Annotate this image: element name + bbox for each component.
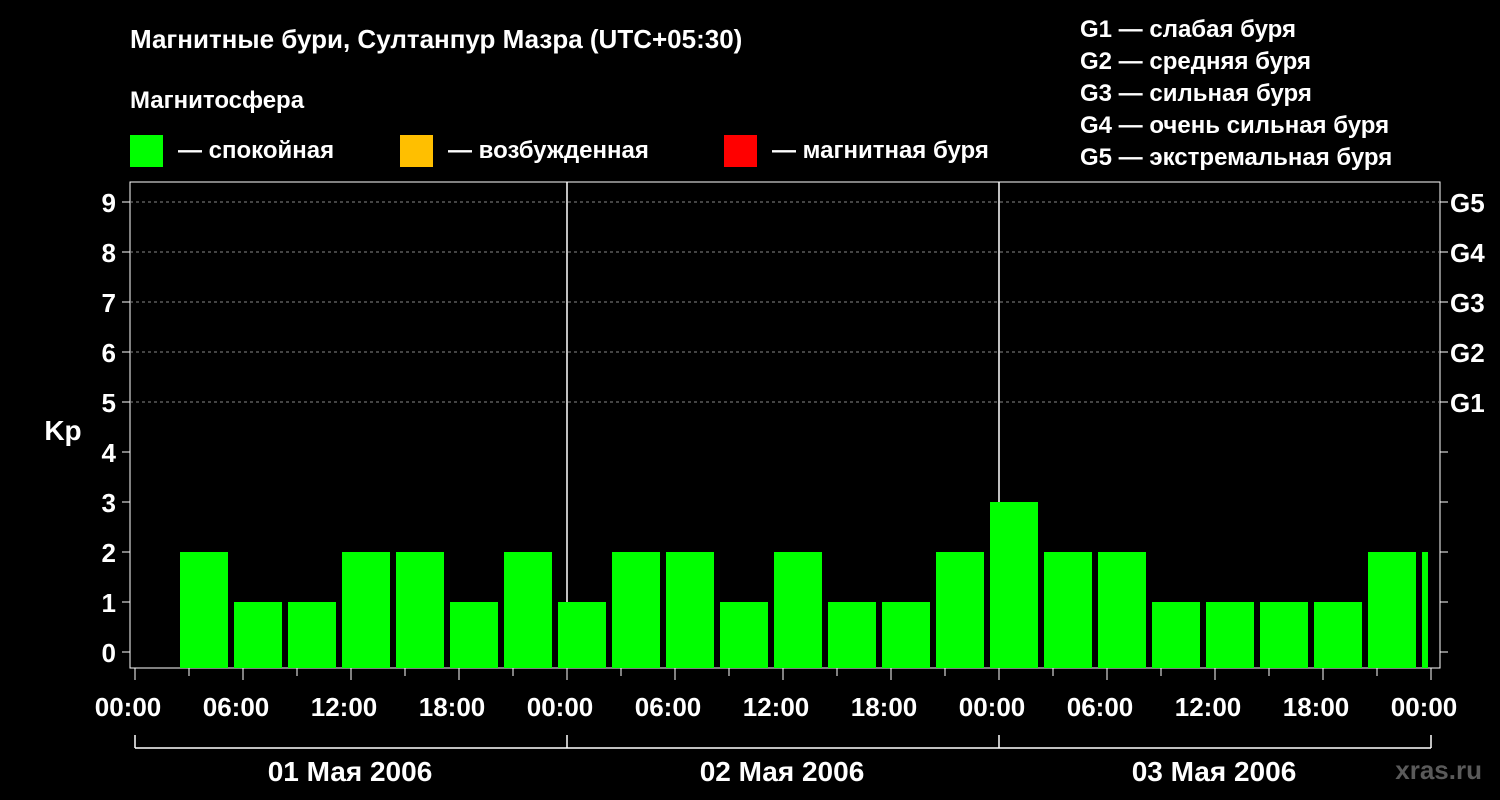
kp-bar — [288, 602, 336, 668]
legend-swatch-calm — [130, 135, 163, 167]
y-tick-label: 2 — [102, 538, 116, 568]
y-tick-label: 7 — [102, 288, 116, 318]
y-tick-label: 4 — [102, 438, 117, 468]
legend-label-excited: — возбужденная — [448, 137, 649, 164]
g-tick-label: G5 — [1450, 188, 1485, 218]
x-tick-label: 00:00 — [1391, 692, 1458, 722]
kp-bar — [1098, 552, 1146, 668]
g-legend-g3: G3 — сильная буря — [1080, 80, 1312, 107]
g-tick-label: G3 — [1450, 288, 1485, 318]
x-tick-label: 18:00 — [419, 692, 486, 722]
legend-title: Магнитосфера — [130, 87, 305, 114]
kp-bar — [774, 552, 822, 668]
legend-swatch-excited — [400, 135, 433, 167]
legend-label-storm: — магнитная буря — [772, 137, 989, 164]
kp-bar — [504, 552, 552, 668]
y-tick-label: 5 — [102, 388, 116, 418]
y-tick-label: 0 — [102, 638, 116, 668]
kp-bar — [720, 602, 768, 668]
y-tick-label: 8 — [102, 238, 116, 268]
g-tick-label: G1 — [1450, 388, 1485, 418]
kp-bar — [1314, 602, 1362, 668]
kp-bar — [450, 602, 498, 668]
day-label-3: 03 Мая 2006 — [1132, 756, 1297, 787]
kp-bar — [396, 552, 444, 668]
chart-title: Магнитные бури, Султанпур Мазра (UTC+05:… — [130, 24, 742, 54]
x-tick-label: 18:00 — [851, 692, 918, 722]
y-tick-label: 6 — [102, 338, 116, 368]
kp-bar — [666, 552, 714, 668]
kp-bar — [1422, 552, 1428, 668]
kp-bar — [828, 602, 876, 668]
x-tick-label: 00:00 — [959, 692, 1026, 722]
kp-bar — [990, 502, 1038, 668]
kp-bar — [1260, 602, 1308, 668]
kp-bar — [558, 602, 606, 668]
day-label-1: 01 Мая 2006 — [268, 756, 433, 787]
x-tick-label: 00:00 — [527, 692, 594, 722]
g-legend-g2: G2 — средняя буря — [1080, 48, 1311, 75]
y-tick-label: 1 — [102, 588, 116, 618]
y-axis-label: Kp — [44, 415, 81, 446]
x-tick-label: 00:00 — [95, 692, 162, 722]
kp-bar — [342, 552, 390, 668]
kp-bar — [234, 602, 282, 668]
kp-bar — [1206, 602, 1254, 668]
g-tick-label: G2 — [1450, 338, 1485, 368]
day-label-2: 02 Мая 2006 — [700, 756, 865, 787]
legend-swatch-storm — [724, 135, 757, 167]
kp-bar — [180, 552, 228, 668]
g-legend-g5: G5 — экстремальная буря — [1080, 144, 1392, 171]
kp-chart: Магнитные бури, Султанпур Мазра (UTC+05:… — [44, 16, 1485, 787]
x-tick-label: 06:00 — [203, 692, 270, 722]
x-tick-label: 12:00 — [1175, 692, 1242, 722]
y-tick-label: 9 — [102, 188, 116, 218]
g-tick-label: G4 — [1450, 238, 1485, 268]
kp-bar — [1152, 602, 1200, 668]
kp-bar — [1368, 552, 1416, 668]
x-tick-label: 12:00 — [743, 692, 810, 722]
y-tick-label: 3 — [102, 488, 116, 518]
kp-bar — [1044, 552, 1092, 668]
kp-bar — [612, 552, 660, 668]
legend-label-calm: — спокойная — [178, 137, 334, 164]
x-tick-label: 06:00 — [1067, 692, 1134, 722]
g-legend-g4: G4 — очень сильная буря — [1080, 112, 1389, 139]
x-tick-label: 06:00 — [635, 692, 702, 722]
x-tick-label: 12:00 — [311, 692, 378, 722]
watermark: xras.ru — [1395, 755, 1482, 785]
kp-bar — [882, 602, 930, 668]
g-legend-g1: G1 — слабая буря — [1080, 16, 1296, 43]
kp-bar — [936, 552, 984, 668]
x-tick-label: 18:00 — [1283, 692, 1350, 722]
